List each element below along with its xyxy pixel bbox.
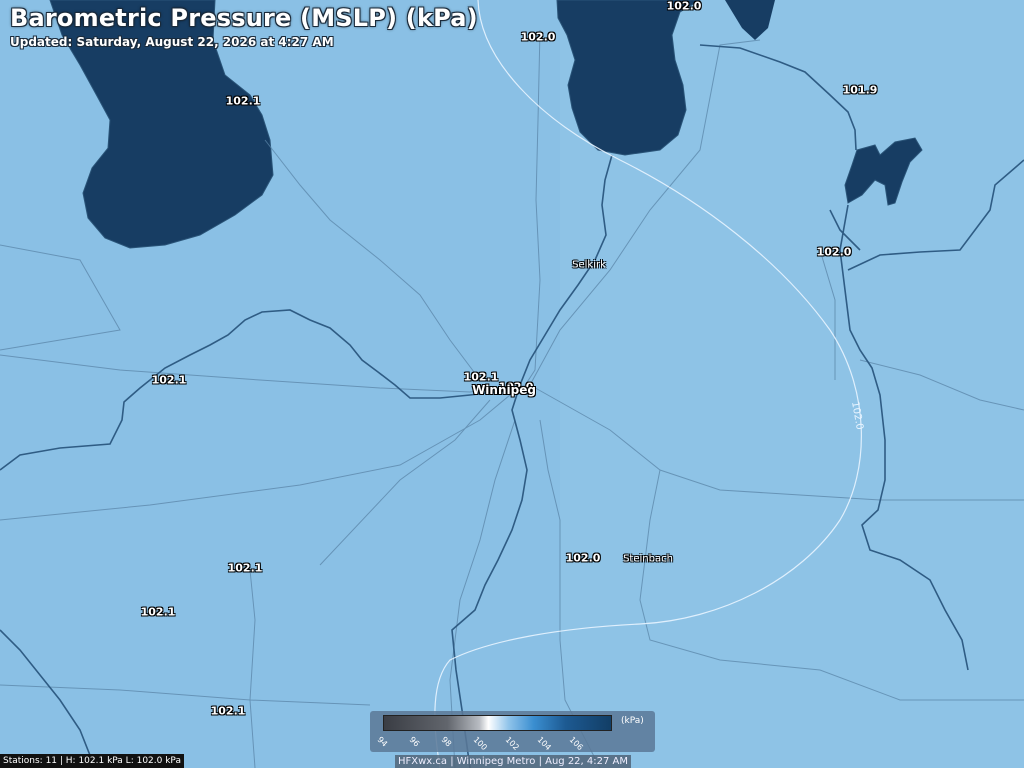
legend-tick: 106 <box>567 735 585 753</box>
station-label[interactable]: 102.1 <box>226 95 261 108</box>
map-title: Barometric Pressure (MSLP) (kPa) <box>10 4 478 32</box>
station-label[interactable]: 102.1 <box>152 374 187 387</box>
legend-tick: 104 <box>535 735 553 753</box>
legend-unit: (kPa) <box>621 716 644 726</box>
station-stats-bar: Stations: 11 | H: 102.1 kPa L: 102.0 kPa <box>0 754 184 768</box>
town-label-selkirk: Selkirk <box>572 259 606 271</box>
color-legend: (kPa) 94 96 98 100 102 104 106 <box>370 711 655 752</box>
legend-tick: 96 <box>407 735 422 749</box>
station-label[interactable]: 102.1 <box>464 371 499 384</box>
station-label[interactable]: 102.0 <box>521 31 556 44</box>
station-label[interactable]: 102.1 <box>211 705 246 718</box>
legend-tick: 102 <box>503 735 521 753</box>
station-label[interactable]: 102.0 <box>667 0 702 13</box>
legend-tick: 100 <box>471 735 489 753</box>
station-label[interactable]: 102.1 <box>141 606 176 619</box>
station-label[interactable]: 101.9 <box>843 84 878 97</box>
town-label-winnipeg: Winnipeg <box>472 383 536 397</box>
station-label[interactable]: 102.0 <box>817 246 852 259</box>
legend-tick: 94 <box>375 735 390 749</box>
station-label[interactable]: 102.0 <box>566 552 601 565</box>
station-label[interactable]: 102.1 <box>228 562 263 575</box>
map-credit: HFXwx.ca | Winnipeg Metro | Aug 22, 4:27… <box>395 755 632 768</box>
town-label-steinbach: Steinbach <box>623 553 673 565</box>
updated-timestamp: Updated: Saturday, August 22, 2026 at 4:… <box>10 35 334 49</box>
legend-tick: 98 <box>439 735 454 749</box>
legend-color-bar <box>383 715 612 731</box>
